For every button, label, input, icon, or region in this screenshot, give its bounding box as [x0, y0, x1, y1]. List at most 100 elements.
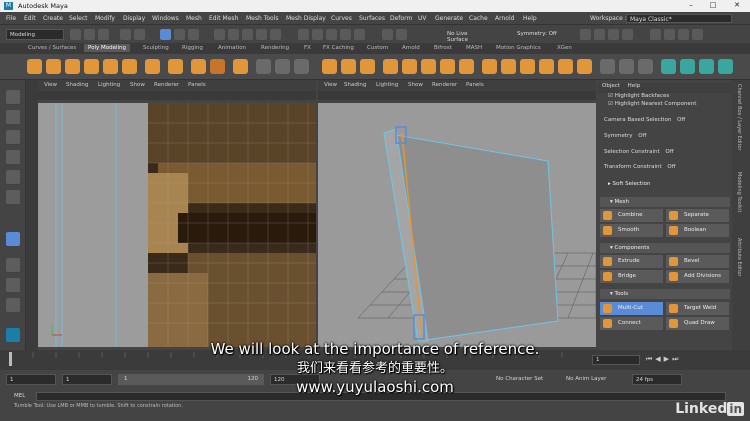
toolkit-menu-object[interactable]: Object	[602, 83, 620, 89]
fill-hole-icon[interactable]	[402, 59, 417, 74]
extrude-button[interactable]: Extrude	[600, 255, 663, 268]
menu-file[interactable]: File	[6, 15, 16, 22]
panel-menu-renderer[interactable]: Renderer	[154, 82, 179, 88]
shelf-tab-custom[interactable]: Custom	[367, 45, 388, 51]
side-tab-modeling-toolkit[interactable]: Modeling Toolkit	[736, 172, 742, 212]
shelf-tab-animation[interactable]: Animation	[218, 45, 246, 51]
append-polygon-icon[interactable]	[383, 59, 398, 74]
shelf-tab-poly-modeling[interactable]: Poly Modeling	[84, 44, 131, 52]
quad-draw-button[interactable]: Quad Draw	[666, 317, 729, 330]
camera-mapping-icon[interactable]	[699, 59, 714, 74]
camera-selection-row[interactable]: Camera Based Selection Off	[598, 117, 732, 123]
shelf-tab-xgen[interactable]: XGen	[557, 45, 572, 51]
highlight-nearest-row[interactable]: ☑ Highlight Nearest Component	[598, 101, 732, 107]
target-weld-icon[interactable]	[539, 59, 554, 74]
symmetry-row[interactable]: Symmetry Off	[598, 133, 732, 139]
panel2-toolbar[interactable]	[318, 91, 596, 100]
pick-mask-deform-icon[interactable]	[270, 29, 281, 40]
side-tab-attribute-editor[interactable]: Attribute Editor	[736, 238, 742, 276]
history-icon[interactable]	[382, 29, 393, 40]
pick-mask-joints-icon[interactable]	[228, 29, 239, 40]
poly-text-icon[interactable]	[210, 59, 225, 74]
hypershade-icon[interactable]	[622, 29, 633, 40]
panel-menu-view[interactable]: View	[44, 82, 57, 88]
render-settings-icon[interactable]	[608, 29, 619, 40]
poly-plane-icon[interactable]	[122, 59, 137, 74]
connect-button[interactable]: Connect	[600, 317, 663, 330]
toolkit-menu-help[interactable]: Help	[628, 83, 641, 89]
target-weld-button[interactable]: Target Weld	[666, 302, 729, 315]
bridge-icon[interactable]	[341, 59, 356, 74]
menu-surfaces[interactable]: Surfaces	[359, 15, 385, 22]
maximize-icon[interactable]: □	[702, 1, 724, 9]
menu-curves[interactable]: Curves	[331, 15, 352, 22]
multi-cut-icon[interactable]	[459, 59, 474, 74]
layout-uv-icon[interactable]	[718, 59, 733, 74]
viewport-perspective[interactable]	[318, 103, 596, 347]
side-by-side-icon[interactable]	[6, 298, 20, 312]
tools-section-header[interactable]: ▾ Tools	[600, 289, 730, 299]
scale-tool-icon[interactable]	[6, 190, 20, 204]
merge-icon[interactable]	[421, 59, 436, 74]
shelf-tab-curves-surfaces[interactable]: Curves / Surfaces	[28, 45, 76, 51]
smooth-icon[interactable]	[294, 59, 309, 74]
poly-torus-icon[interactable]	[103, 59, 118, 74]
separate-icon[interactable]	[275, 59, 290, 74]
outliner-strip[interactable]	[26, 80, 38, 350]
menu-mesh[interactable]: Mesh	[186, 15, 202, 22]
channel-box-icon[interactable]	[692, 29, 703, 40]
multi-cut-button[interactable]: Multi-Cut	[600, 302, 663, 315]
shelf-tab-fx-caching[interactable]: FX Caching	[323, 45, 354, 51]
ipr-render-icon[interactable]	[594, 29, 605, 40]
menu-uv[interactable]: UV	[418, 15, 427, 22]
menu-create[interactable]: Create	[43, 15, 63, 22]
bevel-icon[interactable]	[360, 59, 375, 74]
menu-cache[interactable]: Cache	[469, 15, 488, 22]
boolean-button[interactable]: Boolean	[666, 224, 729, 237]
poly-cylinder-icon[interactable]	[65, 59, 80, 74]
cylindrical-mapping-icon[interactable]	[619, 59, 634, 74]
panel2-menu-panels[interactable]: Panels	[466, 82, 484, 88]
menu-edit[interactable]: Edit	[24, 15, 36, 22]
select-tool-icon[interactable]	[6, 90, 20, 104]
shelf-tab-mash[interactable]: MASH	[466, 45, 482, 51]
automatic-mapping-icon[interactable]	[680, 59, 695, 74]
mesh-section-header[interactable]: ▾ Mesh	[600, 197, 730, 207]
side-tab-channel-box[interactable]: Channel Box / Layer Editor	[736, 84, 742, 151]
bridge-button[interactable]: Bridge	[600, 270, 663, 283]
planar-mapping-icon[interactable]	[600, 59, 615, 74]
lasso-tool-icon[interactable]	[6, 110, 20, 124]
platonic-solid-icon[interactable]	[168, 59, 183, 74]
menu-deform[interactable]: Deform	[390, 15, 412, 22]
panel2-menu-view[interactable]: View	[324, 82, 337, 88]
menu-help[interactable]: Help	[523, 15, 537, 22]
smooth-button[interactable]: Smooth	[600, 224, 663, 237]
highlight-backfaces-row[interactable]: ☑ Highlight Backfaces	[598, 93, 732, 99]
render-icon[interactable]	[580, 29, 591, 40]
menu-generate[interactable]: Generate	[435, 15, 463, 22]
insert-edge-loop-icon[interactable]	[482, 59, 497, 74]
menu-arnold[interactable]: Arnold	[495, 15, 514, 22]
collapse-icon[interactable]	[440, 59, 455, 74]
extrude-icon[interactable]	[322, 59, 337, 74]
transform-constraint-row[interactable]: Transform Constraint Off	[598, 164, 732, 170]
offset-edge-loop-icon[interactable]	[501, 59, 516, 74]
open-scene-icon[interactable]	[84, 29, 95, 40]
modeling-toolkit-icon[interactable]	[650, 29, 661, 40]
minimize-icon[interactable]: –	[680, 1, 702, 9]
add-divisions-button[interactable]: Add Divisions	[666, 270, 729, 283]
sculpt-icon[interactable]	[577, 59, 592, 74]
combine-icon[interactable]	[256, 59, 271, 74]
panel-menu-show[interactable]: Show	[130, 82, 145, 88]
rotate-tool-icon[interactable]	[6, 170, 20, 184]
poly-cone-icon[interactable]	[84, 59, 99, 74]
panel-menu-shading[interactable]: Shading	[66, 82, 88, 88]
slide-edge-icon[interactable]	[520, 59, 535, 74]
bevel-button[interactable]: Bevel	[666, 255, 729, 268]
undo-icon[interactable]	[120, 29, 131, 40]
panel2-menu-lighting[interactable]: Lighting	[376, 82, 398, 88]
menu-modify[interactable]: Modify	[95, 15, 115, 22]
tool-settings-icon[interactable]	[678, 29, 689, 40]
menu-windows[interactable]: Windows	[152, 15, 179, 22]
panel2-menu-show[interactable]: Show	[408, 82, 423, 88]
